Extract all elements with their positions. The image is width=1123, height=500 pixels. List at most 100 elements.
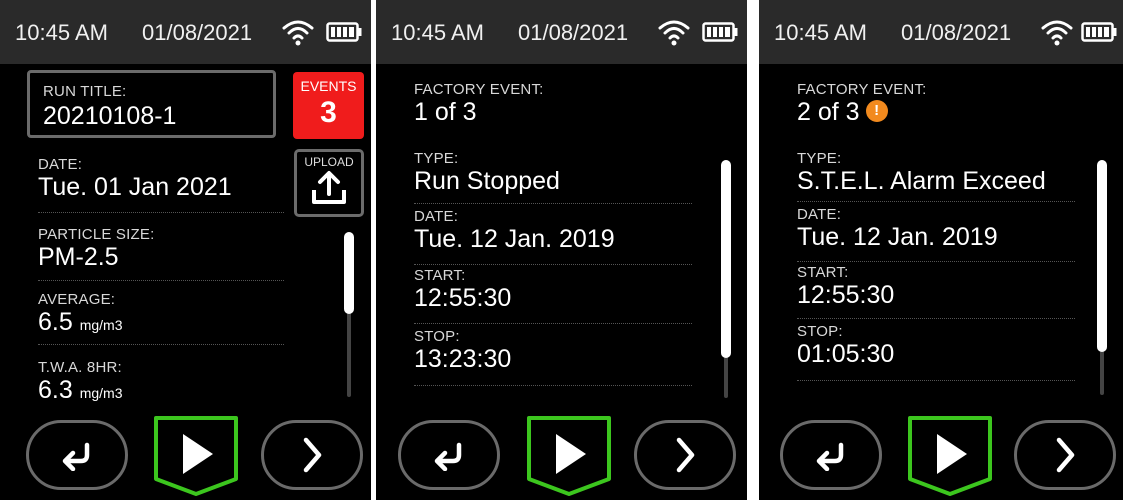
factory-event-screen-2: 10:45 AM 01/08/2021 FACTORY EVENT: 2 of … [759,0,1123,500]
stop-label: STOP: [797,323,843,340]
back-button[interactable] [780,420,882,490]
run-summary-screen: 10:45 AM 01/08/2021 RUN TITLE: 20210108-… [0,0,371,500]
battery-icon [1081,22,1117,42]
factory-event-label: FACTORY EVENT: [797,81,927,98]
scrollbar-thumb[interactable] [1097,160,1107,352]
divider [797,380,1075,381]
type-value: Run Stopped [414,167,560,195]
next-button[interactable] [261,420,363,490]
particle-size-value: PM-2.5 [38,243,119,271]
twa-label: T.W.A. 8HR: [38,359,122,376]
next-icon [676,437,695,473]
battery-icon [702,22,738,42]
twa-value: 6.3 mg/m3 [38,376,123,407]
factory-event-field: FACTORY EVENT: 1 of 3 [414,81,544,126]
warning-icon[interactable]: ! [865,100,888,123]
twa-field: T.W.A. 8HR: 6.3 mg/m3 [38,359,123,407]
status-date: 01/08/2021 [142,20,253,45]
events-label: EVENTS [300,78,357,94]
date-label: DATE: [414,208,459,225]
start-field: START: 12:55:30 [797,264,894,309]
date-label: DATE: [797,206,842,223]
play-button[interactable] [153,415,239,497]
start-value: 12:55:30 [414,284,512,312]
upload-button[interactable]: UPLOAD [294,149,364,217]
date-value: Tue. 12 Jan. 2019 [797,223,998,251]
next-button[interactable] [1014,420,1116,490]
date-field: DATE: Tue. 01 Jan 2021 [38,156,232,201]
type-field: TYPE: S.T.E.L. Alarm Exceed [797,150,1046,195]
divider [414,323,692,324]
wifi-icon [658,20,690,46]
status-bar: 10:45 AM 01/08/2021 [759,0,1123,64]
date-label: DATE: [38,156,83,173]
divider [38,280,284,281]
divider [414,264,692,265]
back-button[interactable] [398,420,500,490]
scrollbar-thumb[interactable] [344,232,354,314]
average-number: 6.5 [38,308,73,336]
stop-value: 01:05:30 [797,340,895,368]
status-time: 10:45 AM [391,20,484,45]
factory-event-label: FACTORY EVENT: [414,81,544,98]
average-unit: mg/m3 [79,317,123,333]
next-button[interactable] [634,420,736,490]
battery-icon [326,22,362,42]
date-value: Tue. 12 Jan. 2019 [414,225,615,253]
stop-label: STOP: [414,328,460,345]
factory-event-field: FACTORY EVENT: 2 of 3! [797,81,927,126]
stop-field: STOP: 13:23:30 [414,328,511,373]
run-title-label: RUN TITLE: [43,83,127,100]
start-label: START: [797,264,849,281]
factory-event-index: 2 of 3 [797,98,860,126]
divider [38,212,284,213]
play-button[interactable] [526,415,612,497]
back-button[interactable] [26,420,128,490]
run-title-value: 20210108-1 [43,102,177,130]
status-date: 01/08/2021 [518,20,629,45]
run-title-field[interactable]: RUN TITLE: 20210108-1 [27,70,276,138]
back-icon [62,442,90,471]
start-value: 12:55:30 [797,281,895,309]
type-value: S.T.E.L. Alarm Exceed [797,167,1046,195]
play-button[interactable] [907,415,993,497]
next-icon [303,437,322,473]
average-label: AVERAGE: [38,291,116,308]
stop-field: STOP: 01:05:30 [797,323,894,368]
factory-event-row: 2 of 3! [797,98,927,126]
status-time: 10:45 AM [774,20,867,45]
type-label: TYPE: [414,150,459,167]
bottom-controls [759,415,1123,497]
stop-value: 13:23:30 [414,345,512,373]
divider [414,203,692,204]
average-value: 6.5 mg/m3 [38,308,123,339]
events-button[interactable]: EVENTS 3 [293,72,364,139]
upload-icon [312,171,346,204]
particle-size-field: PARTICLE SIZE: PM-2.5 [38,226,154,271]
status-bar: 10:45 AM 01/08/2021 [0,0,371,64]
wifi-icon [282,20,314,46]
scrollbar-thumb[interactable] [721,160,731,358]
start-label: START: [414,267,466,284]
divider [797,261,1075,262]
date-value: Tue. 01 Jan 2021 [38,173,232,201]
status-bar: 10:45 AM 01/08/2021 [376,0,747,64]
bottom-controls [376,415,747,497]
play-icon [556,434,586,474]
wifi-icon [1041,20,1073,46]
type-label: TYPE: [797,150,842,167]
status-date: 01/08/2021 [901,20,1012,45]
next-icon [1056,437,1075,473]
bottom-controls [0,415,371,497]
divider [797,201,1075,202]
play-icon [937,434,967,474]
divider [414,385,692,386]
play-icon [183,434,213,474]
particle-size-label: PARTICLE SIZE: [38,226,155,243]
twa-number: 6.3 [38,376,73,404]
twa-unit: mg/m3 [79,385,123,401]
start-field: START: 12:55:30 [414,267,511,312]
status-time: 10:45 AM [15,20,108,45]
events-count: 3 [320,96,337,129]
back-icon [816,442,844,471]
